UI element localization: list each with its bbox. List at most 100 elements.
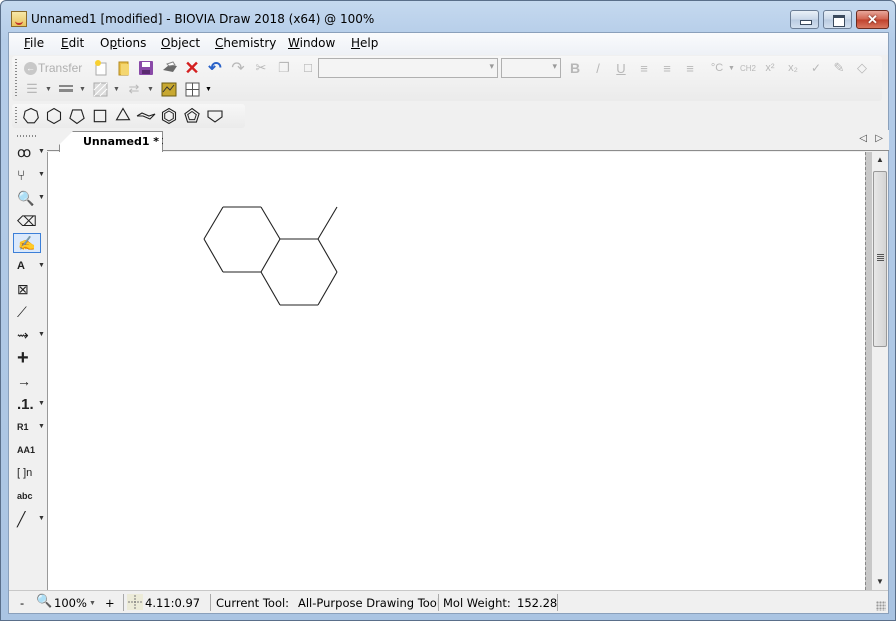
bond[interactable] [260,206,281,240]
tool-all-purpose-drawing[interactable]: ✍ [13,233,41,253]
bond[interactable] [203,238,224,273]
font-size-combo[interactable] [501,58,561,78]
menu-help[interactable]: Help [351,36,378,50]
tool-text[interactable]: abc [13,486,41,506]
bond[interactable] [317,271,338,306]
save-button[interactable] [138,59,154,77]
font-family-combo[interactable] [318,58,498,78]
italic-button[interactable]: / [592,59,604,77]
app-icon[interactable] [11,11,27,27]
scroll-down-icon[interactable]: ▼ [872,574,888,590]
scroll-up-icon[interactable]: ▲ [872,152,888,168]
superscript-button[interactable]: x² [763,59,777,77]
zoom-in-button[interactable]: + [105,596,115,610]
menu-options[interactable]: Options [100,36,146,50]
lasso-dropdown-icon[interactable]: ▼ [38,148,45,155]
tab-close-icon[interactable]: ✕ [161,135,163,148]
tool-rgroup[interactable]: R1 ▼ [13,417,45,437]
tab-scroll-left-icon[interactable]: ◁ [859,133,867,144]
ring-cyclopentadiene-icon[interactable] [184,107,200,123]
line-dropdown-icon[interactable]: ▼ [38,515,45,522]
minimize-button[interactable] [790,10,819,29]
zoom-dropdown-icon[interactable]: ▼ [38,194,45,201]
tool-atom-map[interactable]: AA1 [13,440,41,460]
zoom-out-button[interactable]: - [20,596,24,610]
tool-bracket-x[interactable]: ⊠ [13,279,41,299]
fill-pattern-dropdown[interactable]: ▼ [113,86,120,93]
line-style-button[interactable]: ☰ [24,80,40,98]
scrollbar-thumb[interactable] [873,171,887,347]
molecule-structure[interactable] [48,152,866,590]
bond[interactable] [317,238,338,273]
tool-structure-select[interactable]: ⑂ ▼ [13,165,45,185]
tool-eraser[interactable]: ⌫ [13,211,41,231]
atom-label-dropdown-icon[interactable]: ▼ [38,262,45,269]
bond[interactable] [260,271,281,306]
atom-number-dropdown-icon[interactable]: ▼ [38,400,45,407]
subscript-button[interactable]: x₂ [786,59,800,77]
bond[interactable] [203,206,224,240]
celsius-dropdown[interactable]: ▼ [728,65,735,72]
tool-atom-label[interactable]: A ▼ [13,256,45,276]
transfer-button[interactable]: ← Transfer [24,59,82,77]
tool-line[interactable]: ╱ ▼ [13,509,45,529]
template-grid-dropdown[interactable]: ▼ [205,86,212,93]
palette-grip[interactable] [17,135,37,137]
bond[interactable] [260,238,281,273]
toolbar-grip[interactable] [15,59,17,98]
celsius-button[interactable]: °C [706,59,728,77]
menu-file[interactable]: File [24,36,44,50]
align-center-button[interactable]: ≡ [660,59,674,77]
print-button[interactable] [161,59,179,77]
ring-cyclopropane-icon[interactable] [115,107,131,121]
line-style-dropdown[interactable]: ▼ [45,86,52,93]
ch2-button[interactable]: CH2 [739,59,757,77]
rgroup-dropdown-icon[interactable]: ▼ [38,423,45,430]
tab-unnamed1[interactable]: Unnamed1 * ✕ [59,131,163,152]
arrange-dropdown[interactable]: ▼ [147,86,154,93]
bond[interactable] [317,206,338,240]
pen-color-button[interactable]: ✎ [830,59,848,77]
paste-button[interactable]: ☐ [301,59,315,77]
open-button[interactable] [116,59,132,77]
ring-cycloheptane-icon[interactable] [23,107,39,124]
menu-chemistry[interactable]: Chemistry [215,36,276,50]
align-left-button[interactable]: ≡ [637,59,651,77]
ring-cyclohexane-icon[interactable] [46,107,62,125]
ring-cyclobutane-icon[interactable] [93,109,107,123]
tool-arrow[interactable]: → [13,371,41,391]
arrange-button[interactable]: ⇄ [126,80,142,98]
new-button[interactable] [93,59,109,77]
delete-button[interactable]: ✕ [184,58,200,78]
zoom-value[interactable]: 100% [54,596,87,610]
copy-button[interactable]: ❐ [276,59,292,77]
underline-button[interactable]: U [615,59,627,77]
close-button[interactable]: ✕ [856,10,889,29]
ring-benzene-icon[interactable] [161,107,177,125]
tool-bracket-n[interactable]: [ ]n [13,463,41,483]
tool-zoom[interactable]: 🔍 ▼ [13,188,45,208]
ring-cyclopentane-icon[interactable] [69,109,85,125]
resize-grip[interactable] [876,601,886,611]
structure-select-dropdown-icon[interactable]: ▼ [38,171,45,178]
tool-chain[interactable]: ⟋ [13,302,41,322]
cut-button[interactable]: ✂ [253,59,269,77]
redo-button[interactable]: ↷ [230,59,246,77]
menu-edit[interactable]: Edit [61,36,84,50]
tool-atom-number[interactable]: .1. ▼ [13,394,45,414]
title-bar[interactable]: Unnamed1 [modified] - BIOVIA Draw 2018 (… [1,1,895,32]
fill-color-button[interactable]: ◇ [854,59,870,77]
clean-button[interactable]: ✓ [809,59,823,77]
ring-cyclooctane-template-icon[interactable] [207,110,223,123]
tab-scroll-right-icon[interactable]: ▷ [875,133,883,144]
line-width-dropdown[interactable]: ▼ [79,86,86,93]
menu-window[interactable]: Window [288,36,335,50]
zoom-dropdown[interactable]: ▼ [89,600,96,607]
tool-plus[interactable]: + [13,347,41,369]
tool-reaction-arrow-wavy[interactable]: ⇝ ▼ [13,325,45,345]
template-grid-button[interactable] [184,80,200,98]
align-right-button[interactable]: ≡ [683,59,697,77]
undo-button[interactable]: ↶ [207,59,223,77]
tool-lasso[interactable]: ꝏ ▼ [13,142,45,162]
bold-button[interactable]: B [568,59,582,77]
